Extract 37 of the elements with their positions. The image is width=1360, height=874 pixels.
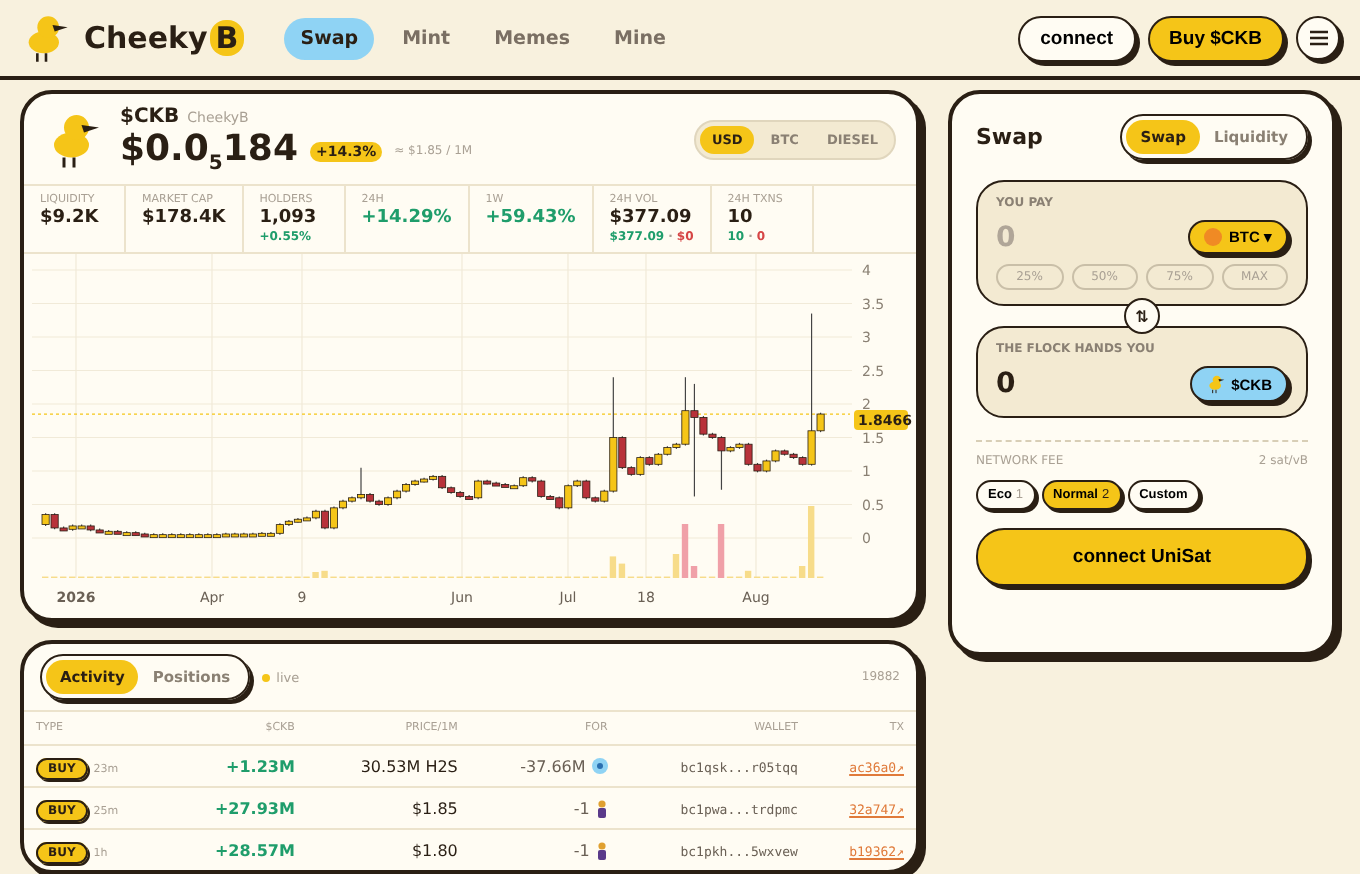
figure-icon bbox=[595, 841, 608, 859]
nav-tab[interactable]: Memes bbox=[478, 17, 586, 59]
receive-amount: 0 bbox=[996, 368, 1016, 400]
coin-icon bbox=[1204, 228, 1223, 246]
connect-button[interactable]: connect bbox=[1018, 15, 1136, 61]
nav-tab[interactable]: Swap bbox=[284, 17, 375, 59]
figure-icon bbox=[595, 799, 608, 817]
stat-value: $178.4K bbox=[142, 207, 226, 228]
nav-tab[interactable]: Mine bbox=[598, 17, 682, 59]
paid-cell: -37.66M bbox=[520, 757, 586, 775]
stat-value: $9.2K bbox=[40, 207, 101, 228]
duck-icon bbox=[1205, 374, 1226, 394]
amount-cell: +27.93M bbox=[214, 799, 295, 817]
amount-cell: +28.57M bbox=[214, 841, 295, 859]
price-cell: $1.85 bbox=[411, 799, 458, 817]
stat-value: +14.29% bbox=[361, 207, 452, 228]
paid-cell: -1 bbox=[573, 799, 590, 817]
price-cell: 30.53M H2S bbox=[360, 757, 458, 775]
coin-icon bbox=[591, 758, 608, 774]
menu-icon bbox=[1309, 30, 1327, 46]
buy-button[interactable]: Buy $CKB bbox=[1147, 15, 1284, 61]
price-cell: $1.80 bbox=[411, 841, 458, 859]
nav-tab[interactable]: Mint bbox=[386, 17, 467, 59]
token-symbol: $CKB bbox=[120, 106, 180, 128]
paid-cell: -1 bbox=[573, 841, 590, 859]
connect-unisat-button[interactable]: connect UniSat bbox=[976, 528, 1308, 586]
swap-title: Swap bbox=[976, 124, 1043, 150]
amount-cell: +1.23M bbox=[226, 757, 295, 775]
token-price: $0.0$_{5}$184 bbox=[120, 128, 298, 176]
stat-value: $377.09 bbox=[609, 207, 694, 228]
stat-value: +59.43% bbox=[485, 207, 576, 228]
menu-button[interactable] bbox=[1296, 16, 1340, 60]
live-dot bbox=[262, 673, 271, 681]
stat-value: 1,093 bbox=[259, 207, 319, 228]
brand-name[interactable]: Cheeky B bbox=[84, 20, 245, 56]
pay-amount-field[interactable]: 0 bbox=[996, 221, 1116, 253]
stat-value: 10 bbox=[727, 207, 755, 228]
